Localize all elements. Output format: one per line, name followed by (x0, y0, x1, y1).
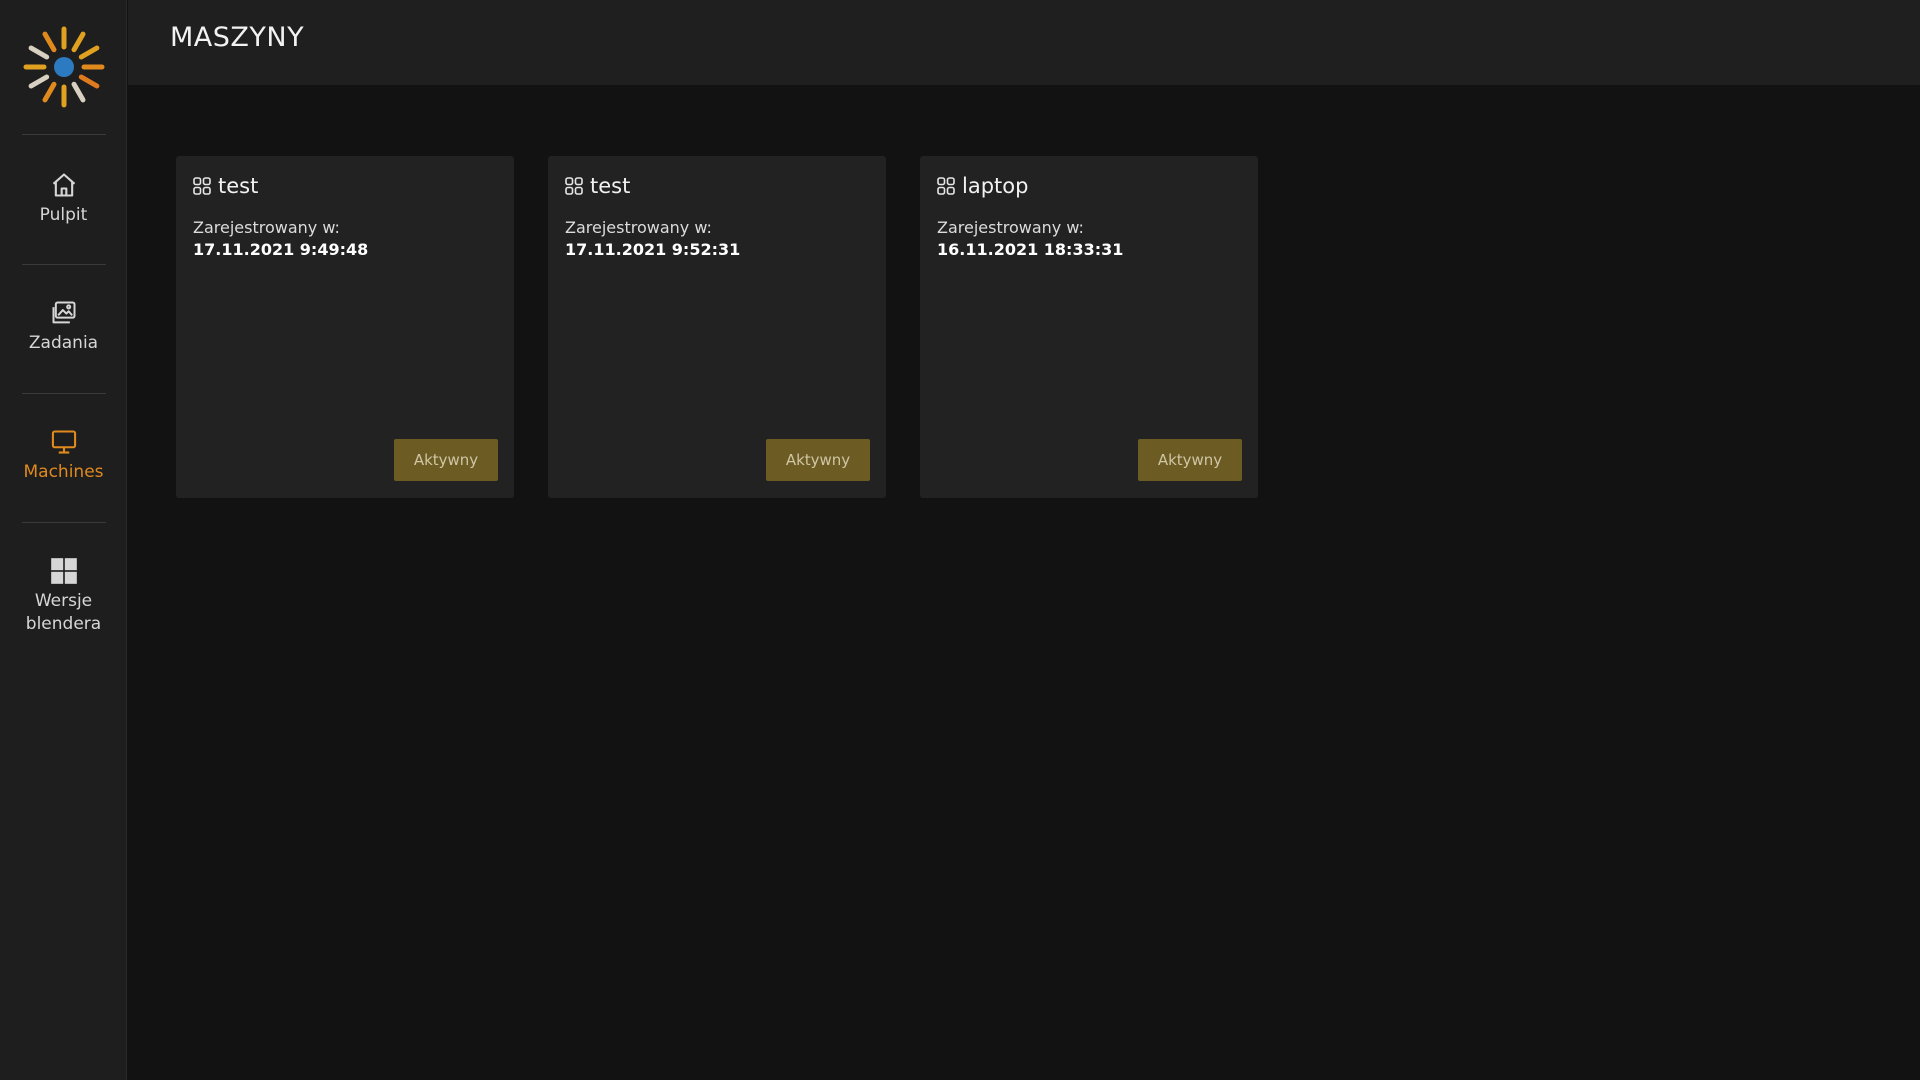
status-button[interactable]: Aktywny (1138, 439, 1242, 481)
logo[interactable] (0, 0, 127, 134)
sidebar-divider (22, 522, 106, 523)
machine-name: test (218, 174, 259, 198)
windows-icon (49, 556, 79, 586)
machine-card: test Zarejestrowany w: 17.11.2021 9:49:4… (176, 156, 514, 498)
images-icon (49, 298, 79, 328)
registered-label: Zarejestrowany w: (937, 218, 1084, 237)
machine-card: test Zarejestrowany w: 17.11.2021 9:52:3… (548, 156, 886, 498)
sidebar-item-zadania[interactable]: Zadania (0, 298, 127, 355)
machine-card-title: laptop (936, 174, 1028, 198)
machine-card-title: test (564, 174, 630, 198)
grid-icon (565, 177, 583, 195)
sidebar-divider (22, 393, 106, 394)
sidebar-item-machines[interactable]: Machines (0, 427, 127, 484)
sidebar-divider (22, 134, 106, 135)
monitor-icon (49, 427, 79, 457)
sidebar-item-label: Machines (23, 462, 104, 482)
home-icon (49, 170, 79, 200)
status-button[interactable]: Aktywny (766, 439, 870, 481)
machine-card: laptop Zarejestrowany w: 16.11.2021 18:3… (920, 156, 1258, 498)
sidebar-item-label: Zadania (28, 333, 99, 353)
sidebar: Pulpit Zadania Machines Wersje blendera (0, 0, 127, 1080)
sidebar-divider (22, 264, 106, 265)
sidebar-item-pulpit[interactable]: Pulpit (0, 170, 127, 227)
header: MASZYNY (128, 0, 1920, 85)
page-title: MASZYNY (170, 22, 305, 53)
grid-icon (937, 177, 955, 195)
registered-label: Zarejestrowany w: (193, 218, 340, 237)
sidebar-item-wersje-blendera[interactable]: Wersje blendera (0, 556, 127, 636)
grid-icon (193, 177, 211, 195)
registered-label: Zarejestrowany w: (565, 218, 712, 237)
registered-date: 17.11.2021 9:52:31 (565, 240, 741, 259)
machine-name: laptop (962, 174, 1029, 198)
sun-logo-icon (23, 26, 104, 108)
registered-date: 16.11.2021 18:33:31 (937, 240, 1124, 259)
app-window: Pulpit Zadania Machines Wersje blendera … (0, 0, 1920, 1080)
sidebar-item-label: Pulpit (39, 205, 88, 225)
registered-date: 17.11.2021 9:49:48 (193, 240, 369, 259)
machine-name: test (590, 174, 631, 198)
sidebar-item-label: Wersje blendera (25, 591, 102, 634)
machine-card-title: test (192, 174, 258, 198)
status-button[interactable]: Aktywny (394, 439, 498, 481)
